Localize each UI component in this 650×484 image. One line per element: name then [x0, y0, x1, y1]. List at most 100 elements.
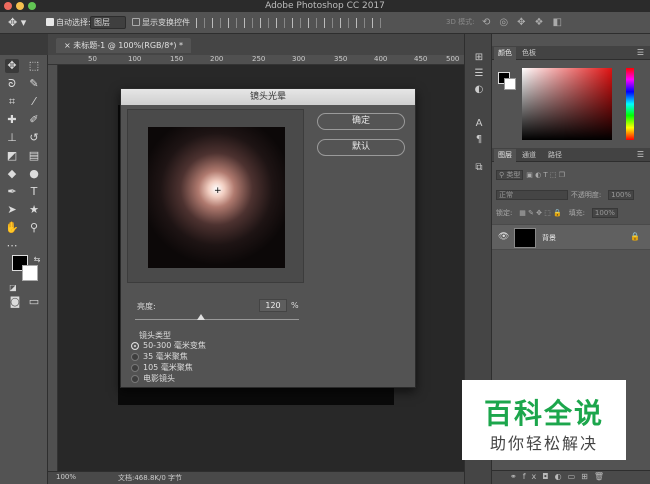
distribute-bottom-icon[interactable]: [324, 18, 333, 28]
distribute-right-icon[interactable]: [372, 18, 381, 28]
eraser-tool-icon[interactable]: ◩: [5, 149, 19, 163]
blend-mode-dropdown[interactable]: 正常: [496, 190, 568, 200]
layer-filter-label: 类型: [506, 171, 521, 179]
lens-option[interactable]: 电影镜头: [131, 373, 175, 383]
panel-menu-icon[interactable]: ☰: [637, 150, 644, 159]
auto-select-dropdown[interactable]: 图层: [90, 16, 126, 29]
show-transform-checkbox[interactable]: [132, 18, 140, 26]
align-middle-icon[interactable]: [212, 18, 221, 28]
default-button[interactable]: 默认: [317, 139, 405, 156]
character-panel-icon[interactable]: A: [473, 118, 485, 130]
brush-tool-icon[interactable]: ✐: [27, 113, 41, 127]
properties-panel-icon[interactable]: ☰: [473, 68, 485, 80]
tab-paths[interactable]: 路径: [544, 149, 566, 162]
hand-tool-icon[interactable]: ✋: [5, 221, 19, 235]
layer-row-background[interactable]: 👁 背景 🔒: [492, 224, 650, 250]
ok-button[interactable]: 确定: [317, 113, 405, 130]
adjustment-layer-icon[interactable]: ◐: [555, 472, 568, 481]
layer-filter-dropdown[interactable]: ⚲ 类型: [496, 170, 524, 180]
ruler-tick-label: 50: [88, 55, 97, 63]
auto-select-checkbox[interactable]: [46, 18, 54, 26]
document-tab[interactable]: × 未标题-1 @ 100%(RGB/8*) *: [56, 38, 191, 53]
flare-center-crosshair-icon[interactable]: +: [214, 186, 222, 196]
radio-button[interactable]: [131, 374, 139, 383]
move-tool-preset-icon[interactable]: ✥ ▾: [8, 16, 32, 30]
fill-input[interactable]: 100%: [591, 208, 618, 218]
distribute-left-icon[interactable]: [340, 18, 349, 28]
crop-tool-icon[interactable]: ⌗: [5, 95, 19, 109]
zoom-level[interactable]: 100%: [56, 473, 76, 481]
close-tab-icon[interactable]: ×: [64, 41, 73, 50]
adjustments-panel-icon[interactable]: ◐: [473, 84, 485, 96]
history-brush-tool-icon[interactable]: ↺: [27, 131, 41, 145]
swap-colors-icon[interactable]: ⇆: [30, 253, 44, 267]
lock-icons[interactable]: ▦ ✎ ✥ ⬚ 🔒: [519, 209, 562, 217]
distribute-middle-icon[interactable]: [308, 18, 317, 28]
distribute-center-icon[interactable]: [356, 18, 365, 28]
healing-brush-tool-icon[interactable]: ✚: [5, 113, 19, 127]
radio-button[interactable]: [131, 352, 139, 361]
document-size[interactable]: 文档:468.8K/0 字节: [118, 473, 182, 483]
tab-swatches[interactable]: 色板: [518, 47, 540, 60]
quick-select-tool-icon[interactable]: ✎: [27, 77, 41, 91]
dodge-tool-icon[interactable]: ●: [27, 167, 41, 181]
panel-menu-icon[interactable]: ☰: [637, 48, 644, 57]
new-layer-icon[interactable]: ⊞: [581, 472, 594, 481]
default-colors-icon[interactable]: ◪: [6, 281, 20, 295]
ruler-tick-label: 450: [414, 55, 428, 63]
lasso-tool-icon[interactable]: ᘐ: [5, 77, 19, 91]
marquee-tool-icon[interactable]: ⬚: [27, 59, 41, 73]
align-left-icon[interactable]: [244, 18, 253, 28]
screen-mode-icon[interactable]: ▭: [27, 295, 41, 309]
more-tools-icon[interactable]: ⋯: [5, 239, 19, 253]
new-group-icon[interactable]: ▭: [568, 472, 582, 481]
trash-icon[interactable]: 🗑: [594, 472, 610, 481]
zoom-tool-icon[interactable]: ⚲: [27, 221, 41, 235]
opacity-input[interactable]: 100%: [608, 190, 635, 200]
shape-tool-icon[interactable]: ★: [27, 203, 41, 217]
move-tool-icon[interactable]: ✥: [5, 59, 19, 73]
distribute-top-icon[interactable]: [292, 18, 301, 28]
pen-tool-icon[interactable]: ✒: [5, 185, 19, 199]
lens-option[interactable]: 35 毫米聚焦: [131, 351, 188, 361]
tab-layers[interactable]: 图层: [494, 149, 516, 162]
brightness-slider-thumb[interactable]: [196, 314, 205, 320]
tab-color[interactable]: 颜色: [494, 47, 516, 60]
lens-option[interactable]: 50-300 毫米变焦: [131, 340, 206, 350]
history-panel-icon[interactable]: ⊞: [473, 52, 485, 64]
ruler-tick-label: 100: [128, 55, 142, 63]
hue-slider[interactable]: [626, 68, 634, 140]
color-panel-background[interactable]: [504, 78, 516, 90]
align-bottom-icon[interactable]: [228, 18, 237, 28]
blur-tool-icon[interactable]: ◆: [5, 167, 19, 181]
flare-preview[interactable]: +: [148, 127, 285, 268]
layer-name[interactable]: 背景: [542, 233, 556, 243]
timeline-panel-icon[interactable]: ⧉: [473, 162, 485, 174]
add-mask-icon[interactable]: ◘: [542, 472, 554, 481]
radio-button[interactable]: [131, 363, 139, 372]
clone-stamp-tool-icon[interactable]: ⊥: [5, 131, 19, 145]
align-center-icon[interactable]: [260, 18, 269, 28]
background-color-swatch[interactable]: [22, 265, 38, 281]
path-select-tool-icon[interactable]: ➤: [5, 203, 19, 217]
lock-label: 锁定:: [496, 209, 513, 217]
type-tool-icon[interactable]: T: [27, 185, 41, 199]
quick-mask-icon[interactable]: ◙: [8, 295, 22, 309]
eyedropper-tool-icon[interactable]: ⁄: [27, 95, 41, 109]
radio-button[interactable]: [131, 341, 139, 350]
tab-channels[interactable]: 通道: [518, 149, 540, 162]
brightness-slider-track[interactable]: [135, 319, 299, 320]
gradient-tool-icon[interactable]: ▤: [27, 149, 41, 163]
align-top-icon[interactable]: [196, 18, 205, 28]
link-layers-icon[interactable]: ⚭: [510, 472, 523, 481]
filter-icons[interactable]: ▣ ◐ T ⬚ ❐: [526, 171, 565, 179]
align-right-icon[interactable]: [276, 18, 285, 28]
lens-option[interactable]: 105 毫米聚焦: [131, 362, 193, 372]
paragraph-panel-icon[interactable]: ¶: [473, 134, 485, 146]
brightness-input[interactable]: 120: [259, 299, 287, 312]
color-panel-tabs: 颜色 色板 ☰: [492, 46, 650, 60]
visibility-eye-icon[interactable]: 👁: [498, 232, 509, 242]
3d-mode-icons[interactable]: ⟲◎✥❖◧: [482, 17, 571, 28]
color-picker-field[interactable]: [522, 68, 612, 140]
fx-icon[interactable]: fx: [523, 472, 543, 481]
